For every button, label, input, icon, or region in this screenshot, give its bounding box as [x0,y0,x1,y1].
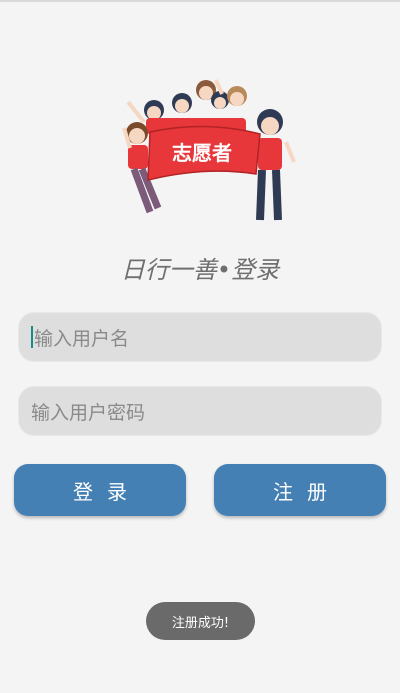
banner-text: 志愿者 [172,141,232,165]
text-caret [31,326,33,348]
register-button[interactable]: 注册 [214,464,386,516]
username-input[interactable]: 输入用户名 [18,312,382,362]
volunteer-banner: 志愿者 [147,125,261,181]
username-placeholder: 输入用户名 [34,327,130,350]
login-button[interactable]: 登录 [14,464,186,516]
toast-message: 注册成功! [146,602,255,640]
volunteer-group-back [126,79,247,134]
status-divider [0,0,400,2]
volunteer-illustration: 志愿者 [122,79,296,221]
password-input[interactable]: 输入用户密码 [18,386,382,436]
volunteer-right [256,109,296,221]
page-title: 日行一善•登录 [120,256,280,284]
password-placeholder: 输入用户密码 [31,401,146,424]
